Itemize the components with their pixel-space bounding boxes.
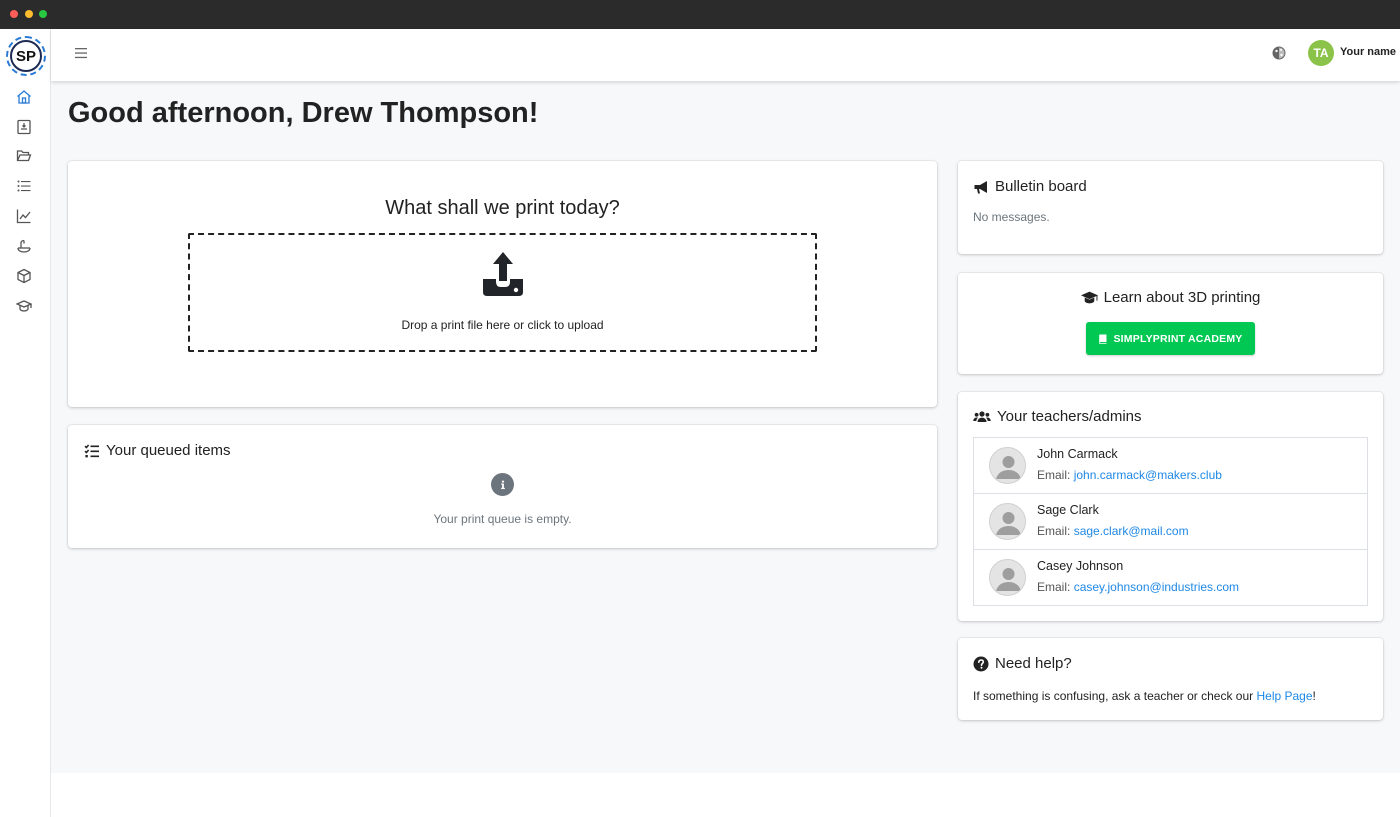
email-label: Email: [1037,580,1071,594]
bulletin-card-title: Bulletin board [995,178,1087,195]
teacher-email-link[interactable]: sage.clark@mail.com [1074,524,1189,538]
teachers-card-title: Your teachers/admins [997,408,1142,425]
teacher-email-link[interactable]: casey.johnson@industries.com [1074,580,1239,594]
cube-icon [17,268,31,284]
graduation-cap-icon [1080,291,1098,304]
queue-card: Your queued items Your print queue is em… [68,425,937,548]
sidebar-item-printers[interactable] [15,118,33,136]
page-footer-area [51,773,1400,817]
dropzone-text: Drop a print file here or click to uploa… [401,318,604,332]
sidebar-item-models[interactable] [15,267,33,285]
avatar [989,503,1026,540]
checklist-icon [84,443,99,457]
help-card-header: Need help? [973,655,1072,672]
chart-icon [16,209,31,224]
teacher-email: Email: john.carmack@makers.club [1037,468,1222,482]
upload-title: What shall we print today? [385,197,620,219]
filament-spool-icon [17,239,31,253]
teachers-card-header: Your teachers/admins [973,408,1142,425]
users-icon [973,410,991,422]
teacher-list: John Carmack Email: john.carmack@makers.… [973,437,1368,606]
teachers-card: Your teachers/admins John Carmack Email:… [958,392,1383,621]
learn-card-header: Learn about 3D printing [958,289,1383,306]
top-bar: TA Your name [51,29,1400,81]
academy-button-label: SIMPLYPRINT ACADEMY [1113,332,1243,345]
hamburger-icon[interactable] [73,45,89,61]
bulletin-card: Bulletin board No messages. [958,161,1383,254]
help-text-prefix: If something is confusing, ask a teacher… [973,689,1257,703]
queue-card-title: Your queued items [106,442,231,459]
book-icon [1099,334,1107,344]
list-icon [17,180,31,192]
bulletin-empty-text: No messages. [973,210,1050,224]
teacher-name: Sage Clark [1037,503,1099,517]
upload-card: What shall we print today? Drop a print … [68,161,937,407]
help-page-link[interactable]: Help Page [1256,689,1312,703]
logo-text: SP [10,40,42,72]
default-avatar-icon [996,456,1021,479]
window-titlebar [0,0,1400,29]
file-dropzone[interactable]: Drop a print file here or click to uploa… [188,233,817,352]
email-label: Email: [1037,468,1071,482]
page-title: Good afternoon, Drew Thompson! [68,97,539,129]
sidebar-item-home[interactable] [15,88,33,106]
default-avatar-icon [996,568,1021,591]
upload-icon [483,252,523,296]
folder-icon [16,150,32,162]
queue-empty-text: Your print queue is empty. [433,512,572,526]
window-minimize-button[interactable] [25,10,33,18]
simplyprint-logo[interactable]: SP [6,36,46,76]
teacher-email: Email: casey.johnson@industries.com [1037,580,1239,594]
teacher-row: John Carmack Email: john.carmack@makers.… [974,438,1367,494]
teacher-name: Casey Johnson [1037,559,1124,573]
help-card: Need help? If something is confusing, as… [958,638,1383,720]
teacher-email: Email: sage.clark@mail.com [1037,524,1189,538]
sidebar-item-academy[interactable] [15,297,33,315]
avatar [989,447,1026,484]
teacher-email-link[interactable]: john.carmack@makers.club [1074,468,1222,482]
question-circle-icon [973,656,989,671]
graduation-cap-icon [16,300,32,312]
window-close-button[interactable] [10,10,18,18]
megaphone-icon [974,180,987,193]
teacher-row: Sage Clark Email: sage.clark@mail.com [974,494,1367,550]
learn-card: Learn about 3D printing SIMPLYPRINT ACAD… [958,273,1383,374]
teacher-name: John Carmack [1037,447,1118,461]
sidebar-item-statistics[interactable] [15,207,33,225]
sidebar-item-files[interactable] [15,147,33,165]
bulletin-card-header: Bulletin board [973,178,1087,195]
learn-card-title: Learn about 3D printing [1103,289,1261,306]
help-text-suffix: ! [1312,689,1316,703]
default-avatar-icon [996,512,1021,535]
help-card-title: Need help? [995,655,1072,672]
theme-toggle-icon[interactable] [1271,45,1287,61]
avatar [989,559,1026,596]
printer-icon [17,119,31,135]
help-text: If something is confusing, ask a teacher… [973,689,1316,703]
sidebar-item-queue[interactable] [15,177,33,195]
simplyprint-academy-button[interactable]: SIMPLYPRINT ACADEMY [1086,322,1255,355]
info-icon [491,473,514,496]
teacher-row: Casey Johnson Email: casey.johnson@indus… [974,550,1367,606]
window-maximize-button[interactable] [39,10,47,18]
user-avatar[interactable]: TA [1308,40,1334,66]
sidebar: SP [0,29,51,817]
sidebar-item-filament[interactable] [15,237,33,255]
user-name[interactable]: Your name [1340,46,1396,58]
email-label: Email: [1037,524,1071,538]
home-icon [17,90,31,104]
main-content: Good afternoon, Drew Thompson! What shal… [51,81,1400,773]
queue-card-header: Your queued items [84,442,231,459]
